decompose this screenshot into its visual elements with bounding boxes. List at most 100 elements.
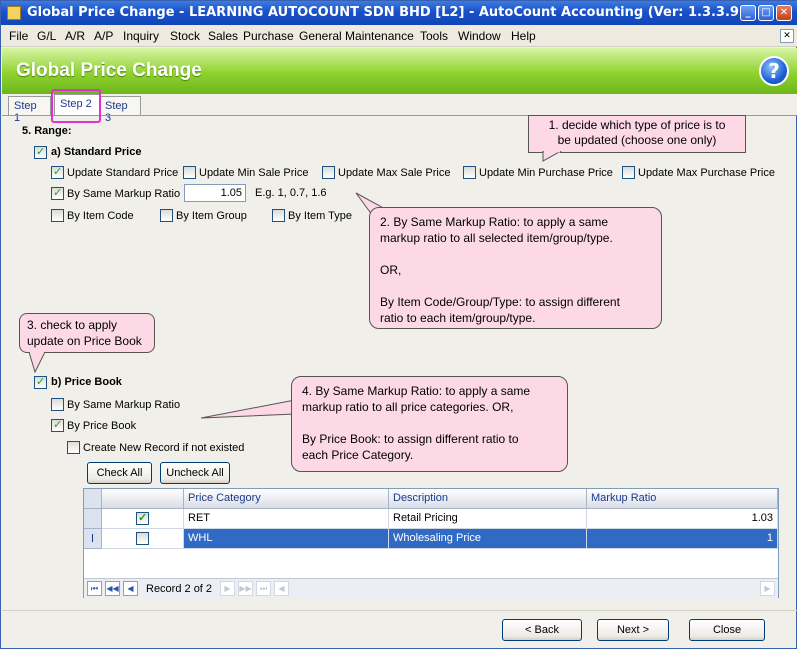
first-record-icon[interactable]: ⏮ [87,581,102,596]
menu-bar: File G/L A/R A/P Inquiry Stock Sales Pur… [1,25,797,47]
update-standard-price-checkbox[interactable] [51,165,64,179]
page-title: Global Price Change [16,60,202,81]
price-book-checkbox[interactable] [34,375,47,389]
callout-2-line-1: 2. By Same Markup Ratio: to apply a same [380,215,609,229]
by-item-type-label: By Item Type [288,210,352,222]
update-min-purchase-price-label: Update Min Purchase Price [479,167,613,179]
table-row-ratio[interactable]: 1 [587,529,778,549]
next-button[interactable]: Next > [597,619,669,641]
app-icon [7,6,21,20]
callout-2-line-4: OR, [380,263,402,277]
next-page-icon[interactable]: ▶▶ [238,581,253,596]
callout-2-line-2: markup ratio to all selected item/group/… [380,231,613,245]
menu-tools[interactable]: Tools [420,29,448,43]
markup-ratio-header[interactable]: Markup Ratio [587,489,778,509]
table-row-check-cell[interactable] [102,529,184,549]
table-row-category[interactable]: RET [184,509,389,529]
uncheck-all-button[interactable]: Uncheck All [160,462,230,484]
range-heading: 5. Range: [22,125,72,137]
description-header[interactable]: Description [389,489,587,509]
menu-stock[interactable]: Stock [170,29,200,43]
table-row-check-cell[interactable] [102,509,184,529]
record-counter: Record 2 of 2 [146,583,213,595]
next-record-icon[interactable]: ▶ [220,581,235,596]
check-all-button[interactable]: Check All [87,462,152,484]
menu-help[interactable]: Help [511,29,536,43]
menu-ar[interactable]: A/R [65,29,85,43]
by-item-type-checkbox[interactable] [272,209,285,222]
grid-corner [84,489,102,509]
price-category-header[interactable]: Price Category [184,489,389,509]
check-column-header[interactable] [102,489,184,509]
tab-step-3[interactable]: Step 3 [99,96,141,124]
table-row-description[interactable]: Retail Pricing [389,509,587,529]
maximize-icon[interactable]: □ [758,5,774,21]
callout-3-line-2: update on Price Book [27,334,142,348]
price-book-label: b) Price Book [51,376,122,388]
callout-4-pointer [201,399,296,419]
callout-2-line-3 [380,246,651,262]
minimize-icon[interactable]: _ [740,5,756,21]
form-header: Global Price Change [2,48,797,94]
prev-page-icon[interactable]: ◀◀ [105,581,120,596]
table-row-ratio[interactable]: 1.03 [587,509,778,529]
callout-3: 3. check to apply update on Price Book [19,313,155,353]
menu-window[interactable]: Window [458,29,501,43]
row-header[interactable] [84,509,102,529]
update-standard-price-label: Update Standard Price [67,167,179,179]
callout-4-line-2: markup ratio to all price categories. OR… [302,400,514,414]
update-min-sale-price-label: Update Min Sale Price [199,167,309,179]
callout-2-line-6: By Item Code/Group/Type: to assign diffe… [380,295,620,309]
price-book-same-markup-checkbox[interactable] [51,398,64,411]
grid-navigator: ⏮ ◀◀ ◀ Record 2 of 2 ▶ ▶▶ ⏭ ◀ ▶ [84,578,778,598]
menu-gl[interactable]: G/L [37,29,56,43]
callout-1-line-2: be updated (choose one only) [557,133,717,147]
row-edit-indicator[interactable]: I [84,529,102,549]
callout-2-line-5 [380,278,651,294]
back-button[interactable]: < Back [502,619,582,641]
markup-ratio-input[interactable]: 1.05 [184,184,246,202]
callout-1: 1. decide which type of price is to be u… [528,115,746,153]
update-min-purchase-price-checkbox[interactable] [463,166,476,179]
mdi-close-icon[interactable]: ✕ [780,29,794,43]
footer-divider [2,610,797,611]
create-new-record-checkbox[interactable] [67,441,80,454]
close-button[interactable]: Close [689,619,765,641]
menu-sales[interactable]: Sales [208,29,238,43]
callout-2-line-7: ratio to each item/group/type. [380,311,536,325]
scroll-right-icon[interactable]: ▶ [760,581,775,596]
row-checkbox[interactable] [136,532,149,545]
menu-file[interactable]: File [9,29,28,43]
menu-inquiry[interactable]: Inquiry [123,29,159,43]
price-book-same-markup-label: By Same Markup Ratio [67,399,181,411]
by-item-code-checkbox[interactable] [51,209,64,222]
table-row-category[interactable]: WHL [184,529,389,549]
by-item-group-checkbox[interactable] [160,209,173,222]
menu-general-maintenance[interactable]: General Maintenance [299,29,414,43]
prev-record-icon[interactable]: ◀ [123,581,138,596]
update-max-sale-price-checkbox[interactable] [322,166,335,179]
callout-4-line-4: By Price Book: to assign different ratio… [302,432,519,446]
standard-price-checkbox[interactable] [34,145,47,159]
main-window: Global Price Change - LEARNING AUTOCOUNT… [0,0,797,649]
callout-4-line-1: 4. By Same Markup Ratio: to apply a same [302,384,531,398]
window-title: Global Price Change - LEARNING AUTOCOUNT… [27,5,745,20]
by-item-code-label: By Item Code [67,210,134,222]
tab-step-1[interactable]: Step 1 [8,96,51,124]
callout-4-line-3 [302,415,557,431]
scroll-left-icon[interactable]: ◀ [274,581,289,596]
update-max-sale-price-label: Update Max Sale Price [338,167,451,179]
menu-ap[interactable]: A/P [94,29,113,43]
help-icon[interactable]: ? [759,56,789,86]
standard-same-markup-checkbox[interactable] [51,186,64,200]
update-min-sale-price-checkbox[interactable] [183,166,196,179]
row-checkbox[interactable] [136,511,149,525]
close-icon[interactable]: ✕ [776,5,792,21]
last-record-icon[interactable]: ⏭ [256,581,271,596]
menu-purchase[interactable]: Purchase [243,29,294,43]
callout-2: 2. By Same Markup Ratio: to apply a same… [369,207,662,329]
table-row-description[interactable]: Wholesaling Price [389,529,587,549]
update-max-purchase-price-checkbox[interactable] [622,166,635,179]
by-price-book-checkbox[interactable] [51,418,64,432]
by-item-group-label: By Item Group [176,210,247,222]
